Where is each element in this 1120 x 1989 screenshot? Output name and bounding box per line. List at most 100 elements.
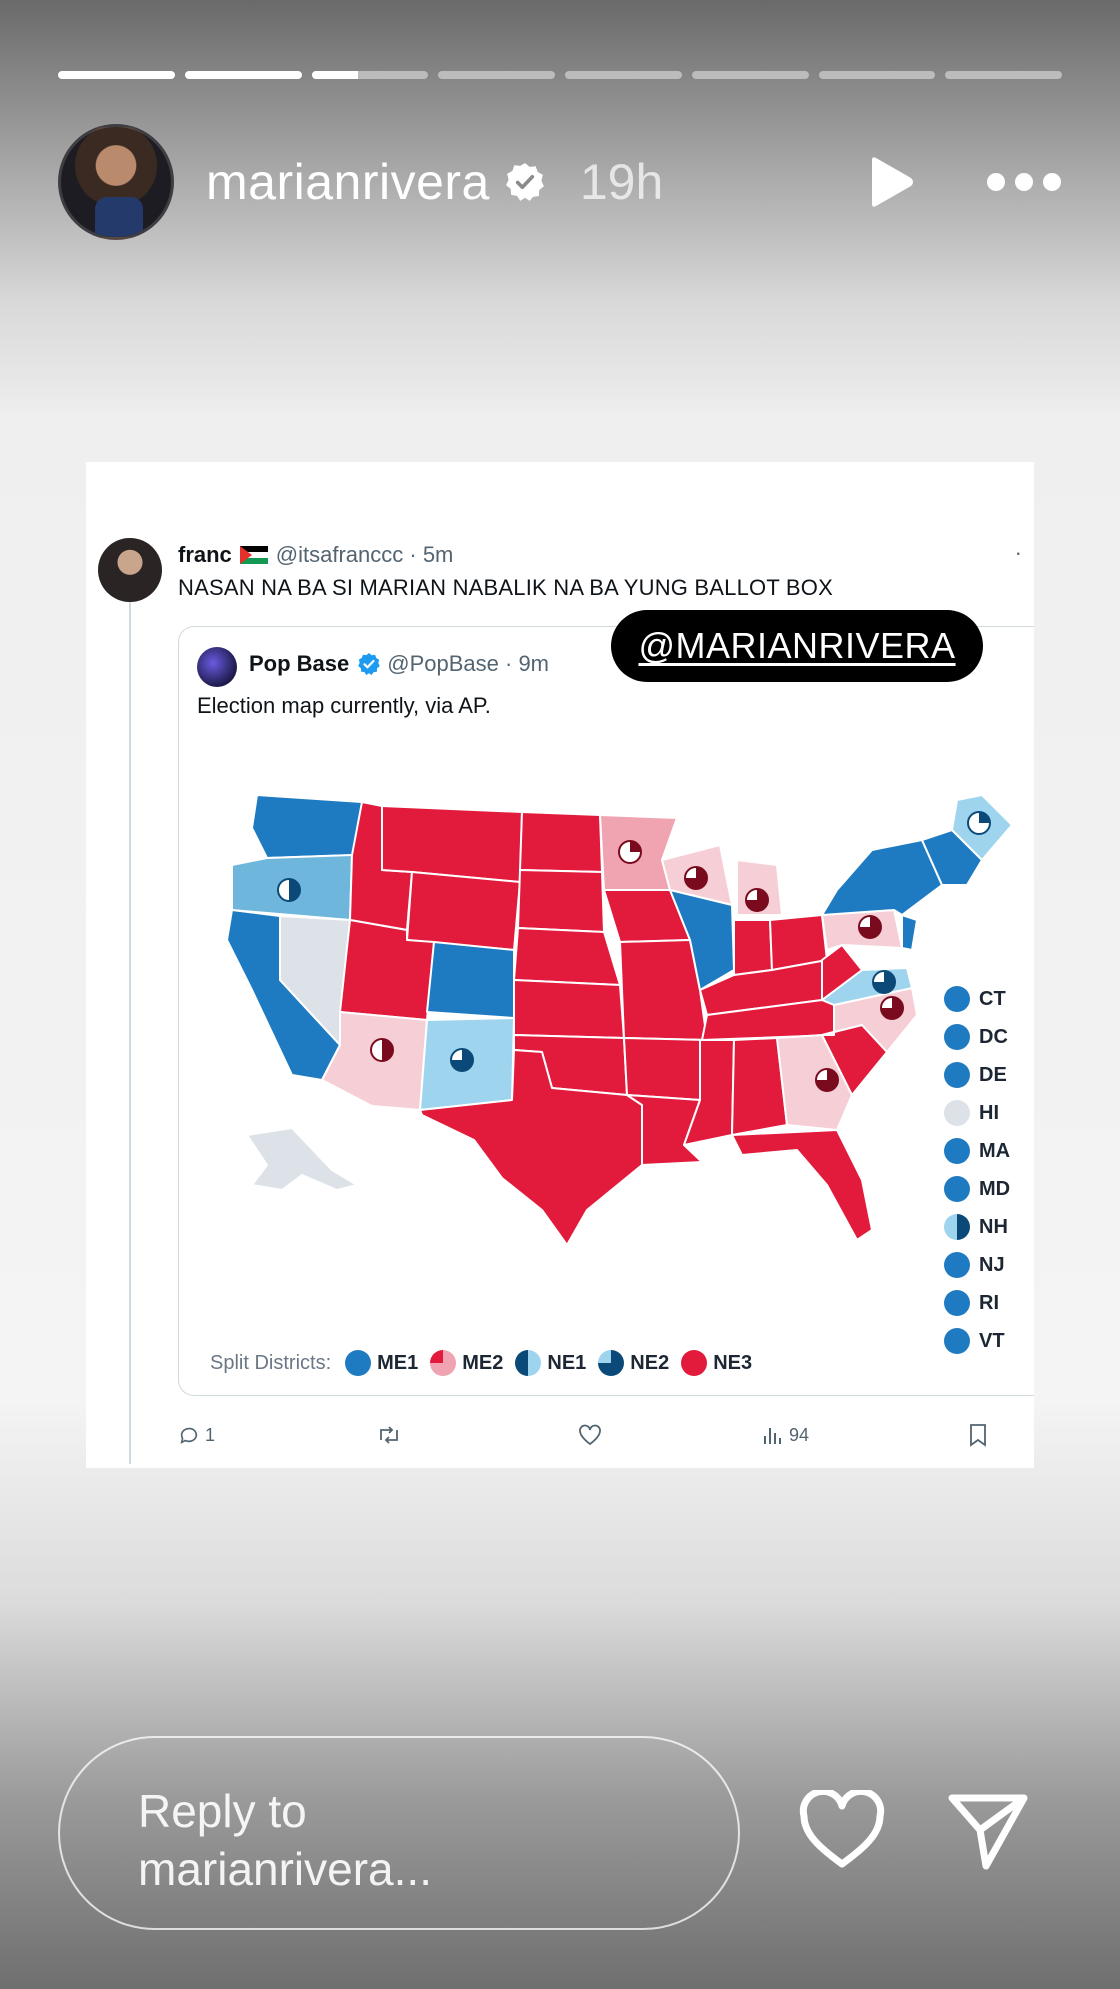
quoted-author-name: Pop Base [249,651,350,676]
state-wa [251,794,363,859]
state-fl [731,1129,873,1241]
reply-count: 1 [205,1424,216,1445]
progress-fill [184,71,302,79]
tweet-author-avatar [98,538,162,602]
state-wy [406,871,521,951]
progress-segment [691,71,809,79]
small-state-item: MD [944,1170,1010,1208]
state-sd [517,869,605,933]
repost-action [376,1424,578,1446]
small-states-legend: CT DC DE HI MA MD NH NJ RI VT [944,980,1010,1360]
state-nd [519,811,603,873]
progress-segment [945,71,1062,79]
progress-fill [311,71,359,79]
small-state-label: VT [979,1329,1005,1352]
split-district-label: NE2 [630,1351,670,1374]
small-state-item: HI [944,1094,1010,1132]
small-state-label: RI [979,1291,999,1314]
palestine-flag-icon [239,546,268,564]
bookmark-action [968,1423,988,1447]
views-icon [764,1428,781,1444]
progress-segment [58,71,175,79]
heart-icon[interactable] [798,1790,886,1870]
more-options-icon[interactable] [986,172,1062,192]
small-state-label: HI [979,1101,999,1124]
progress-segment [184,71,302,79]
small-state-label: DE [979,1063,1007,1086]
split-district-label: ME2 [462,1351,504,1374]
split-district-label: ME1 [377,1351,419,1374]
like-icon [579,1424,601,1446]
state-ne [513,927,621,986]
mention-sticker[interactable]: @MARIANRIVERA [611,610,983,682]
small-state-label: MA [979,1139,1011,1162]
split-districts-label: Split Districts: [210,1351,332,1374]
comment-icon [180,1427,198,1444]
split-districts-legend: Split Districts: ME1 ME2 NE1 NE2 NE3 [210,1350,764,1376]
tweet-more-icon: · [1014,540,1022,565]
verified-badge-icon [358,653,381,675]
state-dot-icon [944,1290,970,1316]
like-action [578,1424,762,1446]
tweet-action-bar: 1 94 [178,1420,1038,1450]
small-state-item: DC [944,1018,1010,1056]
state-mt [381,805,523,883]
small-state-label: DC [979,1025,1008,1048]
state-ak [246,1127,358,1191]
small-state-item: RI [944,1284,1010,1322]
small-state-item: NH [944,1208,1010,1246]
tweet-author-line: franc @itsafranccc · 5m [178,542,453,568]
tweet-text: NASAN NA BA SI MARIAN NABALIK NA BA YUNG… [178,575,833,600]
district-dot-icon [681,1350,708,1376]
quoted-tweet-text: Election map currently, via AP. [197,693,491,718]
split-district-item: NE1 [515,1350,586,1376]
state-ar [623,1037,708,1101]
state-dot-icon [944,1100,970,1126]
reply-input[interactable]: Reply to marianrivera... [58,1736,740,1930]
district-dot-icon [430,1350,457,1376]
state-dot-icon [944,1214,970,1240]
username[interactable]: marianrivera [206,153,490,211]
reply-placeholder-line1: Reply to [138,1785,307,1837]
state-nj [901,914,918,951]
story-header: marianrivera 19h [58,122,1062,242]
repost-icon [380,1426,398,1444]
state-dot-icon [944,1062,970,1088]
state-dot-icon [944,1138,970,1164]
state-dot-icon [944,1176,970,1202]
thread-line [129,602,131,1464]
verified-badge-icon [505,163,544,201]
reply-placeholder-line2: marianrivera... [138,1843,432,1895]
tweet-author-handle: @itsafranccc · 5m [275,542,454,567]
view-count: 94 [789,1424,810,1445]
district-dot-icon [515,1350,542,1376]
small-state-item: NJ [944,1246,1010,1284]
small-state-label: MD [979,1177,1011,1200]
split-district-item: ME2 [430,1350,503,1376]
split-district-label: NE1 [547,1351,587,1374]
post-time: 19h [579,154,664,210]
state-dot-icon [944,1328,970,1354]
split-district-item: ME1 [345,1350,418,1376]
quoted-author-line: Pop Base @PopBase · 9m [249,651,549,677]
play-icon[interactable] [864,154,916,210]
state-ny [821,839,943,916]
state-dot-icon [944,986,970,1012]
state-dot-icon [944,1024,970,1050]
state-ks [513,979,625,1039]
progress-segment [311,71,429,79]
profile-avatar[interactable] [58,124,174,240]
split-district-item: NE2 [598,1350,669,1376]
progress-segment [565,71,682,79]
state-co [426,941,515,1019]
small-state-item: CT [944,980,1010,1018]
split-district-item: NE3 [681,1350,752,1376]
election-map [226,794,1012,1246]
bookmark-icon [970,1424,986,1447]
state-dot-icon [944,1252,970,1278]
small-state-item: MA [944,1132,1010,1170]
send-icon[interactable] [946,1790,1030,1872]
district-dot-icon [345,1350,372,1376]
progress-segment [818,71,936,79]
tweet-author-name: franc [178,542,232,567]
